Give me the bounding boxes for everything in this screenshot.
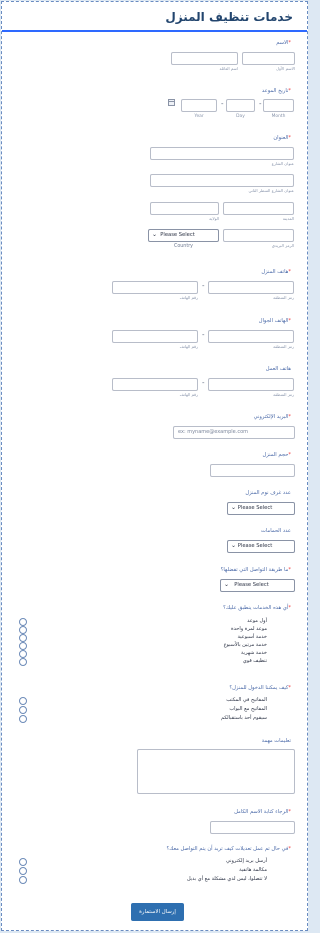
- form-title: خدمات تنظيف المنزل: [165, 10, 293, 24]
- access-radio-1[interactable]: [19, 697, 27, 705]
- rooms-label: عدد غرف نوم المنزل: [245, 490, 291, 496]
- contact-method-select[interactable]: Please Select ⌄: [220, 579, 295, 592]
- day-sublabel: Day: [236, 114, 245, 119]
- chevron-down-icon: ⌄: [231, 504, 237, 511]
- country-select-value: Please Select: [160, 232, 195, 238]
- chevron-down-icon: ⌄: [231, 542, 237, 549]
- year-input[interactable]: [181, 99, 217, 112]
- country-select[interactable]: Please Select ⌄: [148, 229, 219, 242]
- email-input[interactable]: ex: myname@example.com: [173, 426, 295, 439]
- home-phone-area-sublabel: رمز المنطقة: [273, 295, 294, 300]
- access-option-2: المفاتيح مع البواب: [229, 706, 267, 712]
- instructions-textarea[interactable]: [137, 749, 295, 794]
- change-contact-radio-1[interactable]: [19, 858, 27, 866]
- phone-separator: -: [202, 282, 205, 290]
- city-sublabel: المدينة: [282, 216, 294, 221]
- last-name-sublabel: اسم العائلة: [219, 66, 238, 71]
- home-phone-number-input[interactable]: [112, 281, 198, 294]
- year-sublabel: Year: [194, 114, 204, 119]
- address-label: *العنوان: [273, 135, 291, 141]
- change-contact-option-1: أرسل بريد إلكتروني: [225, 858, 267, 864]
- street-address2-input[interactable]: [150, 174, 294, 187]
- access-option-3: سيقوم أحد باستقبالكم: [221, 715, 267, 721]
- change-contact-option-3: لا تتصلوا، ليس لدي مشكلة مع أي بديل: [187, 876, 267, 882]
- service-radio-6[interactable]: [19, 658, 27, 666]
- title-divider: [2, 30, 307, 32]
- phone-separator: -: [202, 379, 205, 387]
- street-address-sublabel: عنوان الشارع: [271, 161, 294, 166]
- change-contact-label: *في حال تم عمل تعديلات كيف تريد أن يتم ا…: [166, 846, 292, 852]
- date-separator: -: [221, 100, 224, 108]
- service-radio-3[interactable]: [19, 634, 27, 642]
- first-name-input[interactable]: [242, 52, 295, 65]
- instructions-label: تعليمات مهمة: [261, 738, 291, 744]
- work-phone-number-input[interactable]: [112, 378, 198, 391]
- mobile-phone-area-input[interactable]: [208, 330, 294, 343]
- mobile-phone-number-input[interactable]: [112, 330, 198, 343]
- access-radio-3[interactable]: [19, 715, 27, 723]
- signature-label: *الرجاء كتابة الاسم الكامل: [234, 809, 291, 815]
- name-label: *الاسم: [276, 40, 291, 46]
- service-radio-1[interactable]: [19, 618, 27, 626]
- service-radio-5[interactable]: [19, 650, 27, 658]
- work-phone-label: هاتف العمل: [265, 366, 291, 372]
- contact-method-label: *ما طريقة التواصل التي تفضلها؟: [220, 567, 291, 573]
- service-option-1: أول موعد: [247, 618, 267, 624]
- access-radio-2[interactable]: [19, 706, 27, 714]
- zip-input[interactable]: [223, 229, 294, 242]
- bathrooms-select[interactable]: Please Select ⌄: [227, 540, 295, 553]
- city-input[interactable]: [223, 202, 294, 215]
- chevron-down-icon: ⌄: [152, 231, 158, 238]
- home-phone-number-sublabel: رقم الهاتف: [179, 295, 198, 300]
- change-contact-radio-3[interactable]: [19, 876, 27, 884]
- mobile-phone-number-sublabel: رقم الهاتف: [179, 344, 198, 349]
- service-radio-2[interactable]: [19, 626, 27, 634]
- service-option-2: موعد لمرة واحدة: [231, 626, 267, 632]
- home-size-label: *حجم المنزل: [262, 452, 291, 458]
- access-option-1: المفاتيح في المكتب: [226, 697, 267, 703]
- change-contact-radio-2[interactable]: [19, 867, 27, 875]
- zip-sublabel: الرمز البريدي: [271, 243, 294, 248]
- home-size-input[interactable]: [210, 464, 295, 477]
- home-phone-area-input[interactable]: [208, 281, 294, 294]
- services-label: *أي هذه الخدمات ينطبق عليك؟: [223, 605, 291, 611]
- rooms-select[interactable]: Please Select ⌄: [227, 502, 295, 515]
- form-card: خدمات تنظيف المنزل *الاسم الاسم الأول اس…: [1, 1, 308, 931]
- contact-method-select-value: Please Select: [234, 582, 269, 588]
- last-name-input[interactable]: [171, 52, 238, 65]
- bathrooms-select-value: Please Select: [237, 543, 273, 549]
- work-phone-area-sublabel: رمز المنطقة: [273, 392, 294, 397]
- work-phone-area-input[interactable]: [208, 378, 294, 391]
- month-input[interactable]: [263, 99, 294, 112]
- street-address-input[interactable]: [150, 147, 294, 160]
- submit-button[interactable]: إرسال الاستمارة: [131, 903, 184, 921]
- day-input[interactable]: [226, 99, 255, 112]
- first-name-sublabel: الاسم الأول: [276, 66, 295, 71]
- bathrooms-label: عدد الحمامات: [261, 528, 291, 534]
- month-sublabel: Month: [271, 114, 286, 119]
- date-label: *تاريخ الموعد: [261, 88, 291, 94]
- state-sublabel: الولاية: [209, 216, 219, 221]
- mobile-phone-area-sublabel: رمز المنطقة: [273, 344, 294, 349]
- phone-separator: -: [202, 331, 205, 339]
- calendar-icon[interactable]: [168, 99, 175, 106]
- work-phone-number-sublabel: رقم الهاتف: [179, 392, 198, 397]
- email-label: *البريد الإلكتروني: [253, 414, 291, 420]
- rooms-select-value: Please Select: [237, 505, 273, 511]
- mobile-phone-label: *الهاتف الجوال: [258, 318, 291, 324]
- country-sublabel: Country: [173, 244, 194, 249]
- change-contact-option-2: مكالمة هاتفية: [239, 867, 267, 873]
- service-option-3: خدمة أسبوعية: [237, 634, 267, 640]
- chevron-down-icon: ⌄: [224, 581, 230, 588]
- service-option-5: خدمة شهرية: [241, 650, 267, 656]
- signature-input[interactable]: [210, 821, 295, 834]
- service-radio-4[interactable]: [19, 642, 27, 650]
- state-input[interactable]: [150, 202, 219, 215]
- service-option-6: تنظيف قوي: [242, 658, 267, 664]
- service-option-4: خدمة مرتين بالأسبوع: [223, 642, 267, 648]
- home-phone-label: *هاتف المنزل: [261, 269, 291, 275]
- access-label: *كيف يمكننا الدخول للمنزل؟: [229, 685, 291, 691]
- date-separator: -: [259, 100, 262, 108]
- street-address2-sublabel: عنوان الشارع السطر الثاني: [248, 188, 294, 193]
